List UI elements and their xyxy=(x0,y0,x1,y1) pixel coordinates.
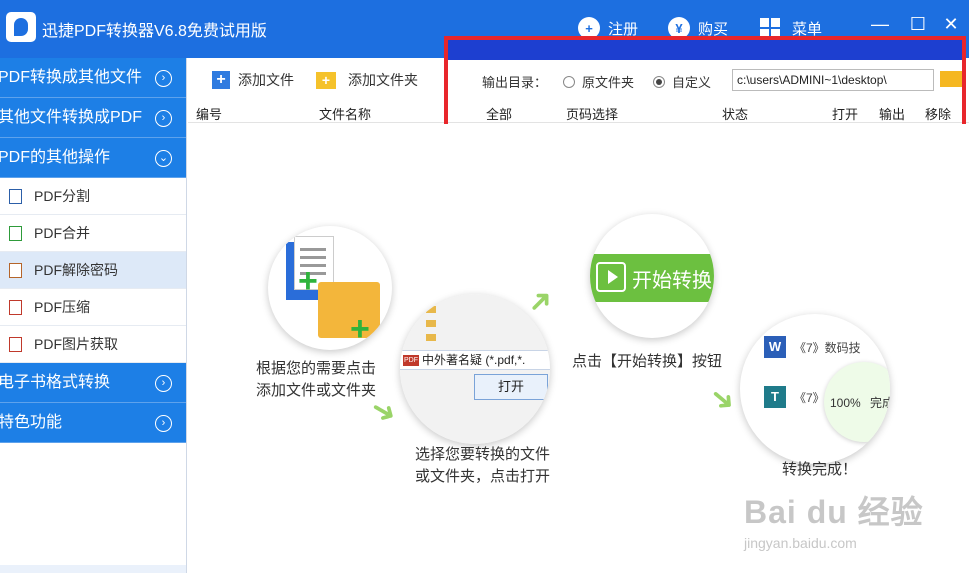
pdf-image-icon xyxy=(9,337,22,352)
sidebar-section-label: 其他文件转换成PDF xyxy=(0,109,143,126)
chevron-down-icon: ⌄ xyxy=(155,150,172,167)
done-item-row: T 《7》 xyxy=(764,386,825,408)
done-status-text: 100% 完成 xyxy=(830,394,890,411)
dialog-open-button: 打开 xyxy=(474,374,548,400)
sidebar-section-pdf-to-other[interactable]: PDF转换成其他文件 › xyxy=(0,58,186,98)
done-item-row: W 《7》数码技 xyxy=(764,336,861,358)
folder-icon xyxy=(426,306,436,313)
sidebar-section-other-to-pdf[interactable]: 其他文件转换成PDF › xyxy=(0,98,186,138)
progress-bubble: 100% 完成 xyxy=(824,362,890,442)
pdf-merge-icon xyxy=(9,226,22,241)
add-folder-icon: + xyxy=(316,71,336,89)
step4-bubble: W 《7》数码技 T 《7》 100% 完成 xyxy=(740,314,890,464)
sidebar-section-ebook[interactable]: 电子书格式转换 › xyxy=(0,363,186,403)
sidebar-item-label: PDF合并 xyxy=(34,225,90,241)
sidebar-item-pdf-compress[interactable]: PDF压缩 xyxy=(0,289,186,326)
chevron-right-icon: › xyxy=(155,70,172,87)
sidebar-section-pdf-other-ops[interactable]: PDF的其他操作 ⌄ xyxy=(0,138,186,178)
pdf-compress-icon xyxy=(9,300,22,315)
pdf-file-icon: PDF xyxy=(403,355,419,366)
minimize-button[interactable]: — xyxy=(868,12,892,36)
step2-line2: 或文件夹，点击打开 xyxy=(415,468,551,485)
watermark-sub: jingyan.baidu.com xyxy=(744,535,857,551)
sidebar-footer xyxy=(0,565,186,573)
sidebar-section-label: PDF转换成其他文件 xyxy=(0,69,143,86)
step4-caption: 转换完成！ xyxy=(782,461,858,478)
grid-icon xyxy=(760,18,780,38)
step3-caption: 点击【开始转换】按钮 xyxy=(572,353,723,370)
arrow-down-right-icon: ➜ xyxy=(702,378,743,421)
pdf-unlock-icon xyxy=(9,263,22,278)
sidebar-item-label: PDF压缩 xyxy=(34,299,90,315)
step3-bubble: 开始转换 xyxy=(590,214,714,338)
sidebar-item-label: PDF分割 xyxy=(34,188,90,204)
start-convert-text: 开始转换 xyxy=(632,270,712,292)
add-file-label: 添加文件 xyxy=(238,72,294,88)
maximize-button[interactable]: ☐ xyxy=(906,12,930,36)
highlight-frame xyxy=(444,36,966,128)
sidebar-item-label: PDF图片获取 xyxy=(34,336,118,352)
chevron-right-icon: › xyxy=(155,415,172,432)
step1-bubble: + + xyxy=(268,226,392,350)
sidebar: PDF转换成其他文件 › 其他文件转换成PDF › PDF的其他操作 ⌄ PDF… xyxy=(0,58,187,573)
sidebar-section-label: PDF的其他操作 xyxy=(0,149,111,166)
step1-caption: 根据您的需要点击 添加文件或文件夹 xyxy=(256,358,376,402)
add-file-icon: + xyxy=(212,71,230,89)
file-dialog: PDF 中外著名疑 (*.pdf,*. 打开 xyxy=(400,294,550,444)
add-folder-label: 添加文件夹 xyxy=(348,72,418,88)
sidebar-item-pdf-unlock[interactable]: PDF解除密码 xyxy=(0,252,186,289)
column-header-number: 编号 xyxy=(196,107,223,122)
baidu-watermark: Bai du 经验 jingyan.baidu.com xyxy=(744,487,964,567)
sidebar-item-pdf-split[interactable]: PDF分割 xyxy=(0,178,186,215)
txt-icon: T xyxy=(764,386,786,408)
sidebar-item-label: PDF解除密码 xyxy=(34,262,118,278)
play-icon xyxy=(596,262,626,292)
step2-bubble: PDF 中外著名疑 (*.pdf,*. 打开 xyxy=(400,294,550,444)
folder-icon xyxy=(426,334,436,341)
sidebar-item-pdf-image-extract[interactable]: PDF图片获取 xyxy=(0,326,186,363)
folder-icon xyxy=(318,282,380,338)
word-icon: W xyxy=(764,336,786,358)
step2-caption: 选择您要转换的文件 或文件夹，点击打开 xyxy=(415,444,550,488)
step1-line2: 添加文件或文件夹 xyxy=(256,382,377,399)
folder-icon xyxy=(426,320,436,327)
done-percent: 100% xyxy=(830,396,861,410)
step2-line1: 选择您要转换的文件 xyxy=(415,446,551,463)
chevron-right-icon: › xyxy=(155,110,172,127)
add-file-button[interactable]: + 添加文件 xyxy=(212,70,294,90)
dialog-file-name: 中外著名疑 xyxy=(422,353,483,367)
sidebar-item-pdf-merge[interactable]: PDF合并 xyxy=(0,215,186,252)
dialog-file-row: PDF 中外著名疑 (*.pdf,*. xyxy=(400,350,550,370)
plus-icon: + xyxy=(350,310,370,348)
plus-icon: + xyxy=(298,262,318,300)
watermark-main: Bai du 经验 xyxy=(744,494,924,530)
close-button[interactable]: ✕ xyxy=(939,12,963,36)
done-item-name: 《7》 xyxy=(794,390,825,405)
add-folder-button[interactable]: + 添加文件夹 xyxy=(316,70,418,90)
app-logo-icon xyxy=(6,12,36,42)
guide-area: + + 根据您的需要点击 添加文件或文件夹 ➜ PDF 中外著名疑 (*.pdf… xyxy=(188,124,969,573)
pdf-split-icon xyxy=(9,189,22,204)
sidebar-section-label: 特色功能 xyxy=(0,414,63,431)
document-lines xyxy=(300,248,326,251)
app-title: 迅捷PDF转换器V6.8免费试用版 xyxy=(42,23,267,40)
step1-line1: 根据您的需要点击 xyxy=(256,360,377,377)
start-convert-illustration: 开始转换 xyxy=(590,254,714,302)
done-item-name: 《7》数码技 xyxy=(794,340,861,355)
chevron-right-icon: › xyxy=(155,375,172,392)
dialog-file-filter: (*.pdf,*. xyxy=(485,353,526,367)
done-status: 完成 xyxy=(870,396,890,410)
column-header-filename: 文件名称 xyxy=(319,107,372,122)
sidebar-section-label: 电子书格式转换 xyxy=(0,374,111,391)
sidebar-section-features[interactable]: 特色功能 › xyxy=(0,403,186,443)
